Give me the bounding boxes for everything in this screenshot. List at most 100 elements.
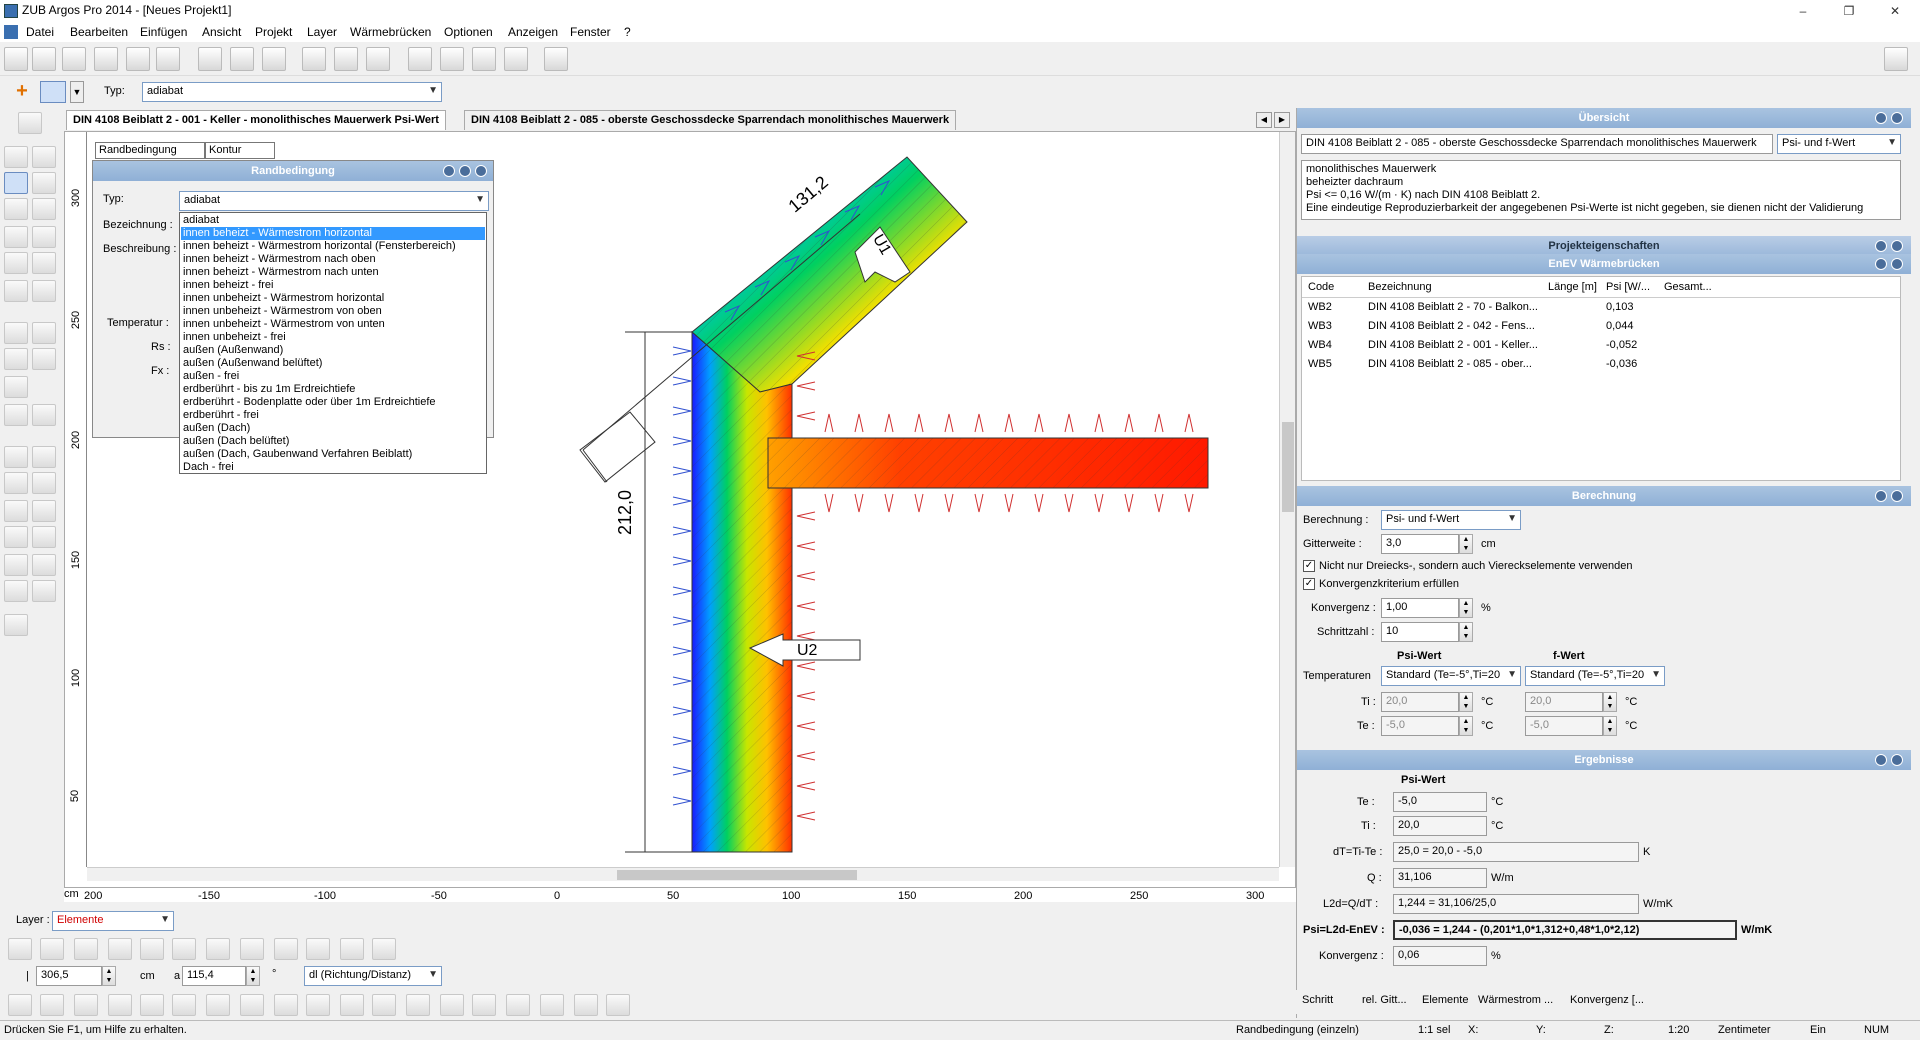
snap-angle-icon[interactable] — [306, 938, 330, 960]
select-rect-icon[interactable] — [4, 376, 28, 398]
menu-anzeigen[interactable]: Anzeigen — [508, 25, 558, 39]
overview-mode-select[interactable]: Psi- und f-Wert ▼ — [1777, 134, 1901, 154]
collapse-icon[interactable] — [1891, 112, 1903, 124]
table-icon[interactable] — [504, 47, 528, 71]
te-psi-input[interactable]: -5,0 — [1381, 716, 1459, 736]
pin-tool-icon[interactable] — [340, 994, 364, 1016]
redo-icon[interactable] — [156, 47, 180, 71]
angle-spinner[interactable]: ▲ ▼ — [246, 966, 260, 986]
close-panel-icon[interactable] — [475, 165, 487, 177]
add-point-icon[interactable] — [4, 472, 28, 494]
snap-grid-icon[interactable] — [108, 938, 132, 960]
tab-keller[interactable]: DIN 4108 Beiblatt 2 - 001 - Keller - mon… — [66, 110, 446, 130]
menu-ansicht[interactable]: Ansicht — [202, 25, 241, 39]
dropdown-option[interactable]: innen beheizt - Wärmestrom nach oben — [181, 253, 485, 266]
menu-bearbeiten[interactable]: Bearbeiten — [70, 25, 128, 39]
circle-icon[interactable] — [4, 348, 28, 370]
expand-icon[interactable] — [1891, 240, 1903, 252]
layout-grid-icon[interactable] — [1884, 47, 1908, 71]
f-value-icon[interactable] — [366, 47, 390, 71]
collapse-icon[interactable] — [1891, 258, 1903, 270]
dropdown-option[interactable]: innen beheizt - Wärmestrom horizontal (F… — [181, 240, 485, 253]
vertical-scrollbar[interactable] — [1279, 132, 1295, 867]
gitterweite-input[interactable]: 3,0 — [1381, 534, 1459, 554]
dropdown-option[interactable]: innen unbeheizt - Wärmestrom von oben — [181, 305, 485, 318]
psi-icon[interactable] — [334, 47, 358, 71]
tab-scroll-left-icon[interactable]: ◀ — [1256, 112, 1272, 128]
hatch-tool-icon[interactable] — [74, 994, 98, 1016]
help-icon[interactable] — [459, 165, 471, 177]
fill-alt-icon[interactable] — [32, 526, 56, 548]
print-icon[interactable] — [94, 47, 118, 71]
snap-point-icon[interactable] — [206, 938, 230, 960]
rb-typ-select[interactable]: adiabat ▼ — [179, 191, 489, 211]
zoom-icon[interactable] — [198, 47, 222, 71]
dropdown-option[interactable]: außen - frei — [181, 370, 485, 383]
text-icon[interactable] — [32, 348, 56, 370]
save-icon[interactable] — [62, 47, 86, 71]
element-delete-icon[interactable] — [472, 47, 496, 71]
new-icon[interactable] — [4, 47, 28, 71]
te-f-input[interactable]: -5,0 — [1525, 716, 1603, 736]
measure-icon[interactable] — [4, 404, 28, 426]
delete-tool-icon[interactable] — [372, 994, 396, 1016]
lines-icon[interactable] — [472, 994, 496, 1016]
mesh-icon[interactable] — [206, 994, 230, 1016]
dimension-tool-icon[interactable] — [574, 994, 598, 1016]
snap-center-icon[interactable] — [140, 938, 164, 960]
tab-elemente[interactable]: Elemente — [1422, 994, 1468, 1006]
dimension-icon[interactable] — [32, 322, 56, 344]
dropdown-option[interactable]: innen beheizt - Wärmestrom nach unten — [181, 266, 485, 279]
table-row[interactable]: WB3 DIN 4108 Beiblatt 2 - 042 - Fens... … — [1302, 320, 1900, 338]
menu-einfuegen[interactable]: Einfügen — [140, 25, 187, 39]
konvergenz-input[interactable]: 1,00 — [1381, 598, 1459, 618]
dropdown-option[interactable]: außen (Außenwand) — [181, 344, 485, 357]
u1-icon[interactable] — [4, 198, 28, 220]
minimize-icon[interactable]: – — [1780, 0, 1826, 22]
ti-f-spinner[interactable]: ▲ ▼ — [1603, 692, 1617, 712]
overview-name-field[interactable]: DIN 4108 Beiblatt 2 - 085 - oberste Gesc… — [1301, 134, 1773, 154]
gitterweite-spinner[interactable]: ▲ ▼ — [1459, 534, 1473, 554]
x-spinner[interactable]: ▲ ▼ — [102, 966, 116, 986]
tab-waermestrom[interactable]: Wärmestrom ... — [1478, 994, 1553, 1006]
color-map-icon[interactable] — [240, 994, 264, 1016]
material-icon[interactable] — [4, 500, 28, 522]
col-header-bezeichnung[interactable]: Bezeichnung — [1368, 281, 1432, 293]
b-alt-icon[interactable] — [32, 226, 56, 248]
x-coord-input[interactable]: 306,5 — [36, 966, 102, 986]
dropdown-option[interactable]: innen unbeheizt - Wärmestrom horizontal — [181, 292, 485, 305]
scroll-thumb[interactable] — [617, 870, 857, 880]
r-icon[interactable] — [4, 252, 28, 274]
calc-icon[interactable] — [544, 47, 568, 71]
boundary-draw-icon[interactable] — [4, 172, 28, 194]
shape-alt-icon[interactable] — [32, 554, 56, 576]
col-header-code[interactable]: Code — [1308, 281, 1334, 293]
probe-icon[interactable] — [4, 280, 28, 302]
snap-list-icon[interactable] — [372, 938, 396, 960]
table-row[interactable]: WB4 DIN 4108 Beiblatt 2 - 001 - Keller..… — [1302, 339, 1900, 357]
snap-mid-icon[interactable] — [40, 938, 64, 960]
r-alt-icon[interactable] — [32, 252, 56, 274]
te-f-spinner[interactable]: ▲ ▼ — [1603, 716, 1617, 736]
dropdown-option[interactable]: außen (Außenwand belüftet) — [181, 357, 485, 370]
menu-layer[interactable]: Layer — [307, 25, 337, 39]
psi-tool-icon[interactable] — [8, 994, 32, 1016]
te-psi-spinner[interactable]: ▲ ▼ — [1459, 716, 1473, 736]
tab-rel-gitter[interactable]: rel. Gitt... — [1362, 994, 1407, 1006]
tab-schritt[interactable]: Schritt — [1302, 994, 1333, 1006]
help-icon[interactable] — [1875, 240, 1887, 252]
move-node-icon[interactable] — [32, 446, 56, 468]
shape-icon[interactable] — [4, 554, 28, 576]
quad-elements-checkbox[interactable]: ✓ — [1303, 560, 1315, 572]
legend-icon[interactable] — [506, 994, 530, 1016]
material-alt-icon[interactable] — [32, 500, 56, 522]
ruler-icon[interactable] — [4, 614, 28, 636]
overview-description[interactable]: monolithisches Mauerwerk beheizter dachr… — [1301, 160, 1901, 220]
pipette-alt-icon[interactable] — [32, 580, 56, 602]
dropdown-option[interactable]: außen (Dach, Gaubenwand Verfahren Beibla… — [181, 448, 485, 461]
fill-icon[interactable] — [4, 526, 28, 548]
table-row[interactable]: WB2 DIN 4108 Beiblatt 2 - 70 - Balkon...… — [1302, 301, 1900, 319]
help-icon[interactable] — [1875, 490, 1887, 502]
delete-point-icon[interactable] — [32, 472, 56, 494]
u1-tool-icon[interactable] — [274, 994, 298, 1016]
